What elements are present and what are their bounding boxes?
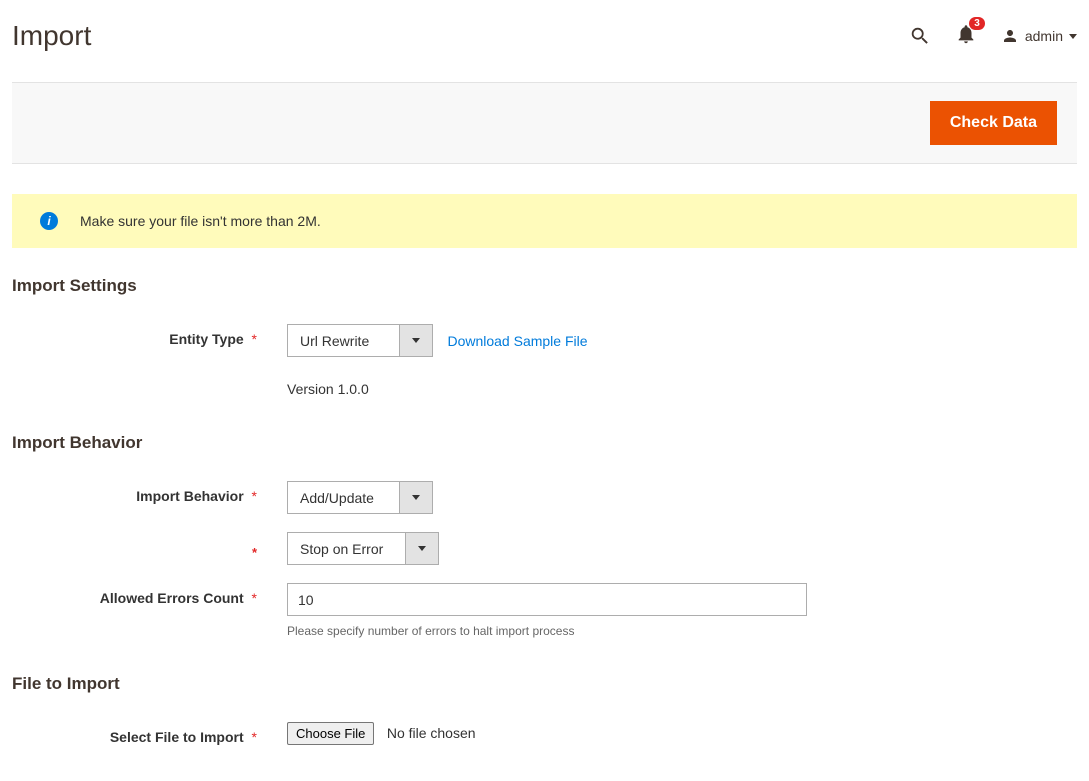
validation-strategy-value: Stop on Error xyxy=(288,533,405,564)
notice-message: Make sure your file isn't more than 2M. xyxy=(80,213,321,229)
required-mark: * xyxy=(252,590,257,606)
chevron-down-icon xyxy=(1069,34,1077,39)
required-mark: * xyxy=(252,488,257,504)
section-title-import-behavior: Import Behavior xyxy=(12,433,1077,453)
check-data-button[interactable]: Check Data xyxy=(930,101,1057,145)
import-settings-section: Import Settings Entity Type * Url Rewrit… xyxy=(12,276,1077,397)
page-header: Import 3 admin xyxy=(12,0,1077,82)
file-to-import-section: File to Import Select File to Import * C… xyxy=(12,674,1077,745)
entity-type-label: Entity Type * xyxy=(12,324,287,347)
entity-type-value: Url Rewrite xyxy=(288,325,399,356)
chevron-down-icon xyxy=(412,338,420,343)
import-behavior-value: Add/Update xyxy=(288,482,399,513)
header-actions: 3 admin xyxy=(909,23,1077,50)
user-menu[interactable]: admin xyxy=(1001,27,1077,45)
entity-type-select[interactable]: Url Rewrite xyxy=(287,324,433,357)
select-file-row: Select File to Import * Choose File No f… xyxy=(12,722,1077,745)
select-dropdown-button[interactable] xyxy=(405,533,438,564)
choose-file-button[interactable]: Choose File xyxy=(287,722,374,745)
entity-type-row: Entity Type * Url Rewrite Download Sampl… xyxy=(12,324,1077,397)
notice-banner: i Make sure your file isn't more than 2M… xyxy=(12,194,1077,248)
import-behavior-section: Import Behavior Import Behavior * Add/Up… xyxy=(12,433,1077,638)
select-file-label: Select File to Import * xyxy=(12,722,287,745)
allowed-errors-label: Allowed Errors Count * xyxy=(12,583,287,606)
allowed-errors-row: Allowed Errors Count * Please specify nu… xyxy=(12,583,1077,638)
required-mark: * xyxy=(252,331,257,347)
import-behavior-label: Import Behavior * xyxy=(12,481,287,504)
action-bar: Check Data xyxy=(12,82,1077,164)
import-behavior-select[interactable]: Add/Update xyxy=(287,481,433,514)
download-sample-link[interactable]: Download Sample File xyxy=(447,333,587,349)
allowed-errors-field: Please specify number of errors to halt … xyxy=(287,583,807,638)
select-dropdown-button[interactable] xyxy=(399,482,432,513)
validation-strategy-field: Stop on Error xyxy=(287,532,807,565)
page-title: Import xyxy=(12,20,909,52)
search-icon[interactable] xyxy=(909,25,931,47)
import-behavior-field: Add/Update xyxy=(287,481,807,514)
notification-badge: 3 xyxy=(969,17,985,30)
notifications-button[interactable]: 3 xyxy=(955,23,977,50)
allowed-errors-input[interactable] xyxy=(287,583,807,616)
info-icon: i xyxy=(40,212,58,230)
entity-type-field: Url Rewrite Download Sample File Version… xyxy=(287,324,807,397)
validation-strategy-label: * xyxy=(12,532,287,560)
section-title-file-to-import: File to Import xyxy=(12,674,1077,694)
allowed-errors-help: Please specify number of errors to halt … xyxy=(287,624,807,638)
file-status-label: No file chosen xyxy=(387,725,476,741)
select-dropdown-button[interactable] xyxy=(399,325,432,356)
validation-strategy-select[interactable]: Stop on Error xyxy=(287,532,439,565)
chevron-down-icon xyxy=(412,495,420,500)
select-file-field: Choose File No file chosen xyxy=(287,722,807,745)
required-mark: * xyxy=(252,729,257,745)
version-label: Version 1.0.0 xyxy=(287,381,807,397)
username-label: admin xyxy=(1025,28,1063,44)
section-title-import-settings: Import Settings xyxy=(12,276,1077,296)
validation-strategy-row: * Stop on Error xyxy=(12,532,1077,565)
chevron-down-icon xyxy=(418,546,426,551)
required-mark: * xyxy=(12,545,257,560)
user-icon xyxy=(1001,27,1019,45)
import-behavior-row: Import Behavior * Add/Update xyxy=(12,481,1077,514)
